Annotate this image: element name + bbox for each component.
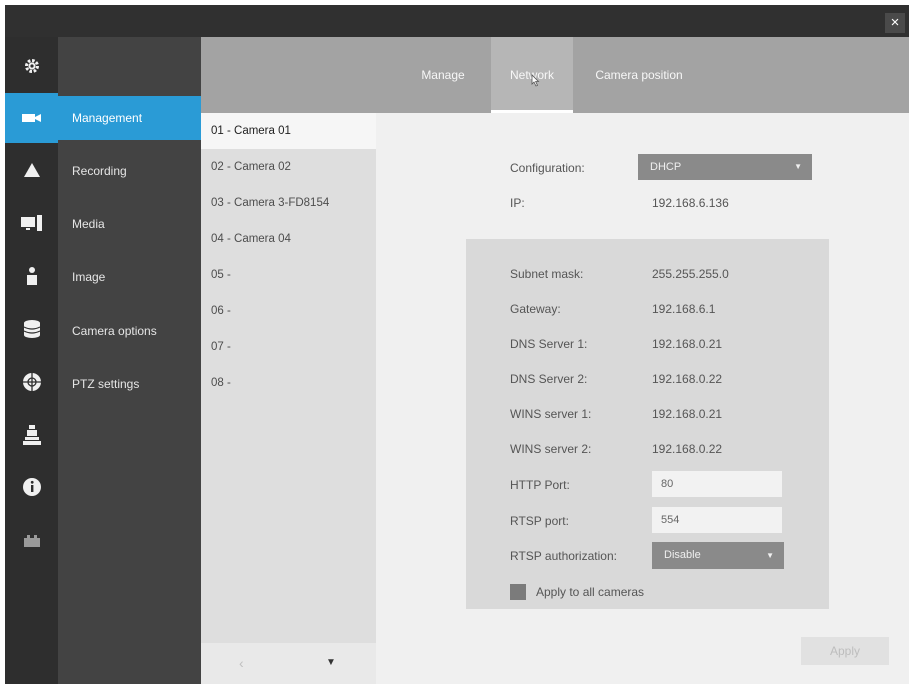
wins-server-1-value: 192.168.0.21 (652, 407, 723, 421)
subnav-item-management[interactable]: Management (58, 96, 201, 140)
chevron-down-icon: ▼ (766, 551, 774, 560)
info-icon (22, 478, 41, 496)
database-icon (23, 320, 40, 338)
display-nav[interactable] (5, 198, 58, 248)
plugin-nav[interactable] (5, 516, 58, 566)
dns-server-1-value: 192.168.0.21 (652, 337, 723, 351)
camera-list-item[interactable]: 08 - (201, 365, 376, 401)
title-bar: × (5, 5, 909, 37)
mouse-cursor-icon (531, 74, 540, 87)
tab-manage[interactable]: Manage (411, 37, 475, 113)
chevron-down-icon: ▼ (794, 162, 802, 171)
camera-list-item[interactable]: 06 - (201, 293, 376, 329)
camera-list-item[interactable]: 05 - (201, 257, 376, 293)
subnav-item-image[interactable]: Image (58, 255, 201, 299)
dns-server-1-label: DNS Server 1: (510, 337, 588, 351)
rtsp-authorization-value: Disable (664, 549, 701, 561)
gateway-label: Gateway: (510, 302, 561, 316)
camera-list-item[interactable]: 02 - Camera 02 (201, 149, 376, 185)
alert-icon (23, 163, 40, 177)
monitor-icon (20, 215, 42, 231)
apply-button[interactable]: Apply (801, 637, 889, 665)
settings-nav[interactable] (5, 41, 58, 91)
tab-strip: Manage Network Camera position (201, 37, 909, 113)
close-button[interactable]: × (885, 13, 905, 33)
subnav-item-camera-options[interactable]: Camera options (58, 309, 201, 353)
content-area: Manage Network Camera position 01 - Came… (201, 37, 909, 684)
subnet-mask-value: 255.255.255.0 (652, 267, 729, 281)
camera-list: 01 - Camera 01 02 - Camera 02 03 - Camer… (201, 113, 376, 643)
camera-icon (21, 114, 41, 122)
rtsp-authorization-select[interactable]: Disable ▼ (652, 542, 784, 569)
rtsp-port-label: RTSP port: (510, 514, 569, 528)
icon-sidebar (5, 37, 58, 684)
about-nav[interactable] (5, 462, 58, 512)
tools-icon (22, 425, 41, 445)
apply-to-all-checkbox[interactable] (510, 584, 526, 600)
wins-server-2-value: 192.168.0.22 (652, 442, 723, 456)
wins-server-2-label: WINS server 2: (510, 442, 592, 456)
gateway-value: 192.168.6.1 (652, 302, 716, 316)
http-port-label: HTTP Port: (510, 478, 570, 492)
network-icon (22, 373, 41, 391)
camera-list-item[interactable]: 04 - Camera 04 (201, 221, 376, 257)
next-page-button[interactable]: ▼ (326, 657, 336, 668)
application-window: × Management Recording Media Image Camer… (5, 5, 909, 684)
network-details-panel: Subnet mask: 255.255.255.0 Gateway: 192.… (466, 239, 829, 609)
camera-nav[interactable] (5, 93, 58, 143)
subnav-item-recording[interactable]: Recording (58, 149, 201, 193)
gear-icon (24, 59, 39, 73)
dns-server-2-label: DNS Server 2: (510, 372, 588, 386)
camera-list-item[interactable]: 07 - (201, 329, 376, 365)
sub-navigation: Management Recording Media Image Camera … (58, 37, 201, 684)
ip-label: IP: (510, 196, 525, 210)
ip-value: 192.168.6.136 (652, 196, 729, 210)
user-nav[interactable] (5, 251, 58, 301)
camera-list-item[interactable]: 03 - Camera 3-FD8154 (201, 185, 376, 221)
subnav-item-media[interactable]: Media (58, 202, 201, 246)
event-nav[interactable] (5, 145, 58, 195)
camera-list-item[interactable]: 01 - Camera 01 (201, 113, 376, 149)
previous-page-button[interactable]: ‹ (239, 655, 244, 671)
subnav-item-ptz-settings[interactable]: PTZ settings (58, 362, 201, 406)
apply-to-all-label: Apply to all cameras (536, 585, 645, 599)
camera-list-pager: ‹ ▼ (201, 643, 376, 684)
user-icon (26, 267, 37, 285)
configuration-select[interactable]: DHCP ▼ (638, 154, 812, 180)
rtsp-port-input[interactable] (652, 507, 782, 533)
dns-server-2-value: 192.168.0.22 (652, 372, 723, 386)
system-nav[interactable] (5, 410, 58, 460)
configuration-value: DHCP (650, 161, 682, 173)
subnet-mask-label: Subnet mask: (510, 267, 584, 281)
plugin-icon (23, 535, 40, 547)
configuration-label: Configuration: (510, 161, 585, 175)
http-port-input[interactable] (652, 471, 782, 497)
network-nav[interactable] (5, 357, 58, 407)
wins-server-1-label: WINS server 1: (510, 407, 592, 421)
tab-camera-position[interactable]: Camera position (584, 37, 694, 113)
storage-nav[interactable] (5, 304, 58, 354)
rtsp-authorization-label: RTSP authorization: (510, 549, 617, 563)
